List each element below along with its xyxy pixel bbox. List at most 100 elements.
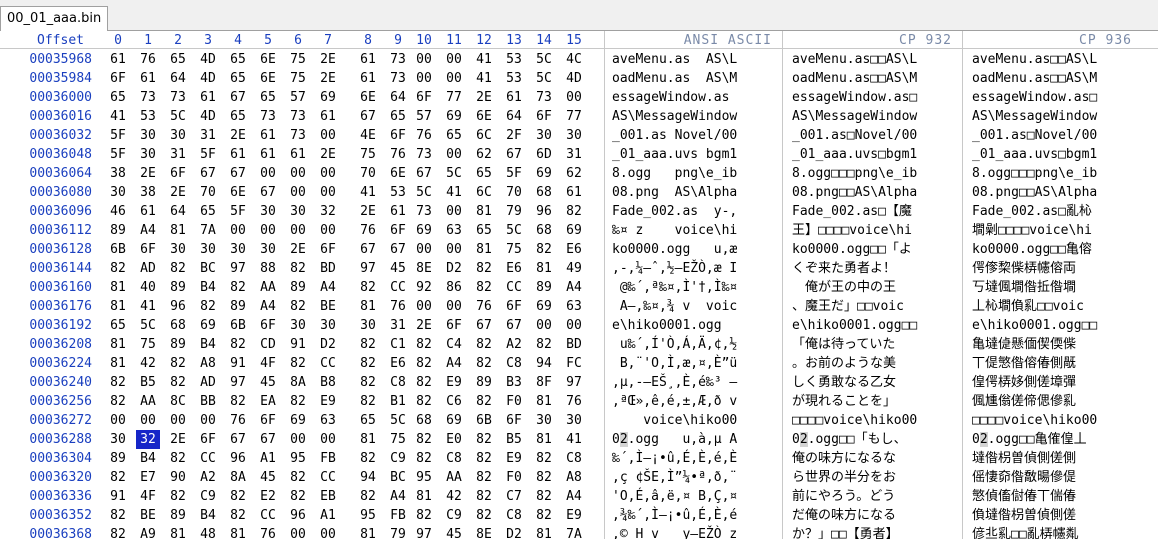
text-cp932[interactable]: ko0000.ogg□□「よ	[792, 240, 912, 259]
text-ansi[interactable]: _001.as Novel/00	[612, 126, 737, 145]
text-cp936[interactable]: 傜悽奅偺敿暘傪偍	[972, 468, 1076, 487]
hex-byte[interactable]: 81	[226, 525, 250, 539]
text-cp936[interactable]: □□□□voice\hiko00	[972, 411, 1097, 430]
hex-byte[interactable]: B8	[316, 373, 340, 392]
hex-byte[interactable]: 64	[166, 202, 190, 221]
hex-byte[interactable]: 96	[166, 297, 190, 316]
hex-byte[interactable]: 42	[442, 487, 466, 506]
text-cp932[interactable]: essageWindow.as□	[792, 88, 917, 107]
hex-byte[interactable]: A1	[256, 449, 280, 468]
hex-byte[interactable]: 76	[412, 126, 436, 145]
text-cp932[interactable]: しく勇敢なる乙女	[792, 373, 896, 392]
hex-byte[interactable]: 70	[502, 183, 526, 202]
hex-byte[interactable]: A4	[256, 297, 280, 316]
hex-byte[interactable]: BD	[316, 259, 340, 278]
hex-byte[interactable]: C8	[442, 449, 466, 468]
hex-byte[interactable]: 70	[196, 183, 220, 202]
hex-byte[interactable]: 42	[136, 354, 160, 373]
hex-byte[interactable]: 75	[356, 145, 380, 164]
hex-byte[interactable]: A2	[196, 468, 220, 487]
hex-byte[interactable]: A4	[136, 221, 160, 240]
hex-byte[interactable]: B4	[136, 449, 160, 468]
hex-byte[interactable]: 30	[532, 126, 556, 145]
hex-byte[interactable]: 75	[386, 430, 410, 449]
text-ansi[interactable]: 08.png AS\Alpha	[612, 183, 737, 202]
hex-byte[interactable]: 00	[442, 240, 466, 259]
hex-byte[interactable]: 00	[316, 430, 340, 449]
hex-byte[interactable]: 61	[256, 126, 280, 145]
hex-byte[interactable]: 6B	[472, 411, 496, 430]
text-cp936[interactable]: 08.png□□AS\Alpha	[972, 183, 1097, 202]
text-ansi[interactable]: ,µ,-—EŠ¸,È,é‰³ —	[612, 373, 737, 392]
hex-byte[interactable]: CC	[196, 449, 220, 468]
hex-byte[interactable]: CC	[386, 278, 410, 297]
hex-byte[interactable]: 69	[532, 164, 556, 183]
hex-byte[interactable]: 6F	[196, 430, 220, 449]
hex-byte[interactable]: 73	[286, 107, 310, 126]
hex-byte[interactable]: 41	[562, 430, 586, 449]
hex-byte[interactable]: 97	[226, 259, 250, 278]
hex-byte[interactable]: 30	[136, 145, 160, 164]
hex-byte[interactable]: 82	[472, 354, 496, 373]
hex-byte[interactable]: 00	[256, 221, 280, 240]
hex-byte[interactable]: C9	[386, 449, 410, 468]
hex-byte[interactable]: C9	[442, 506, 466, 525]
hex-byte[interactable]: 6F	[386, 221, 410, 240]
hex-byte[interactable]: EA	[256, 392, 280, 411]
hex-byte[interactable]: 00	[226, 221, 250, 240]
hex-byte[interactable]: E0	[442, 430, 466, 449]
hex-byte[interactable]: 2E	[286, 240, 310, 259]
hex-byte[interactable]: 81	[166, 525, 190, 539]
hex-byte[interactable]: 82	[356, 354, 380, 373]
hex-byte[interactable]: 30	[562, 411, 586, 430]
cursor-byte[interactable]: 32	[136, 430, 160, 449]
text-cp936[interactable]: 8.ogg□□□png\e_ib	[972, 164, 1097, 183]
hex-byte[interactable]: 2E	[316, 50, 340, 69]
hex-byte[interactable]: 2E	[226, 126, 250, 145]
hex-byte[interactable]: E6	[386, 354, 410, 373]
hex-byte[interactable]: 82	[356, 335, 380, 354]
hex-byte[interactable]: 5F	[502, 164, 526, 183]
text-ansi[interactable]: ,ªŒ»,ê,é,±,Æ,ð v	[612, 392, 737, 411]
hex-byte[interactable]: 64	[386, 88, 410, 107]
hex-byte[interactable]: 82	[472, 278, 496, 297]
hex-byte[interactable]: 64	[166, 69, 190, 88]
text-cp932[interactable]: 俺が王の中の王	[792, 278, 896, 297]
hex-byte[interactable]: 67	[412, 164, 436, 183]
hex-byte[interactable]: 82	[412, 449, 436, 468]
hex-byte[interactable]: 89	[166, 278, 190, 297]
hex-byte[interactable]: A8	[562, 468, 586, 487]
hex-byte[interactable]: 00	[316, 221, 340, 240]
hex-byte[interactable]: B3	[502, 373, 526, 392]
text-cp932[interactable]: _01_aaa.uvs□bgm1	[792, 145, 917, 164]
hex-byte[interactable]: CC	[316, 354, 340, 373]
hex-byte[interactable]: 64	[502, 107, 526, 126]
hex-byte[interactable]: 82	[532, 449, 556, 468]
hex-byte[interactable]: 82	[412, 373, 436, 392]
hex-byte[interactable]: E2	[256, 487, 280, 506]
text-ansi[interactable]: @‰´,ª‰¤,Ì'†,Ì‰¤	[612, 278, 737, 297]
hex-byte[interactable]: 65	[106, 88, 130, 107]
hex-byte[interactable]: 65	[442, 126, 466, 145]
text-cp936[interactable]: 亀墶偼懸偭偰偄偨	[972, 335, 1076, 354]
hex-byte[interactable]: 67	[502, 145, 526, 164]
text-cp936[interactable]: 偑尰傟傞偙偲傪乿	[972, 392, 1076, 411]
hex-byte[interactable]: 81	[356, 430, 380, 449]
hex-byte[interactable]: 97	[226, 373, 250, 392]
hex-byte[interactable]: 2E	[166, 183, 190, 202]
hex-byte[interactable]: 82	[106, 259, 130, 278]
hex-byte[interactable]: D2	[442, 259, 466, 278]
hex-byte[interactable]: 6E	[356, 88, 380, 107]
hex-byte[interactable]: 81	[532, 259, 556, 278]
hex-byte[interactable]: 6F	[106, 69, 130, 88]
hex-byte[interactable]: BE	[316, 297, 340, 316]
text-ansi[interactable]: voice\hiko00	[612, 411, 737, 430]
hex-byte[interactable]: 81	[356, 297, 380, 316]
hex-byte[interactable]: 81	[412, 487, 436, 506]
hex-byte[interactable]: 88	[256, 259, 280, 278]
hex-byte[interactable]: 97	[356, 259, 380, 278]
hex-byte[interactable]: 61	[316, 107, 340, 126]
hex-byte[interactable]: 00	[316, 126, 340, 145]
hex-byte[interactable]: 31	[166, 145, 190, 164]
hex-byte[interactable]: 00	[562, 316, 586, 335]
